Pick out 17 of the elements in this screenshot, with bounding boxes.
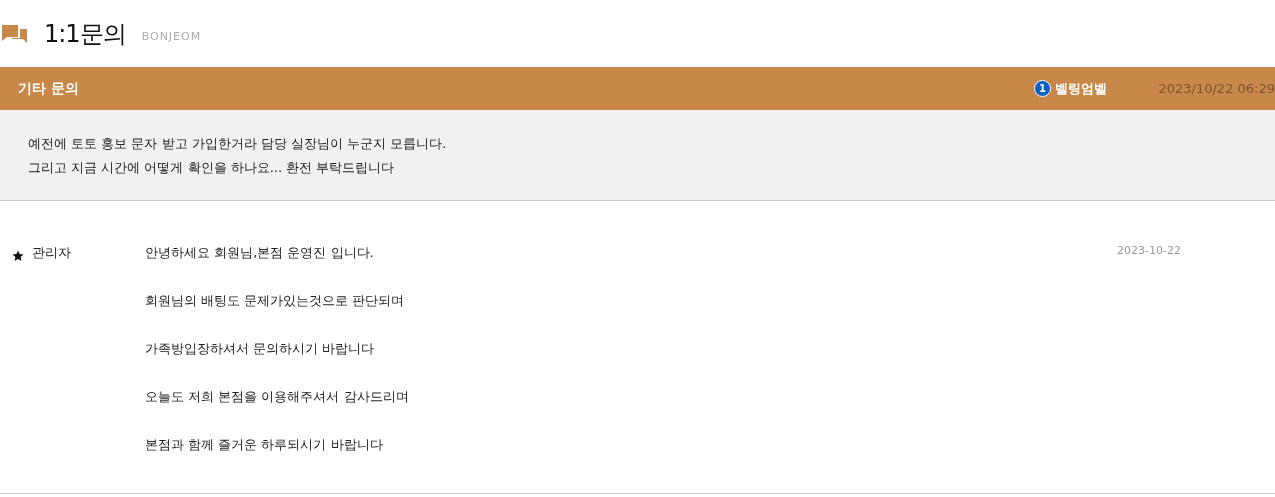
reply-author: 관리자 — [32, 244, 71, 262]
chat-icon — [2, 22, 28, 45]
inquiry-category: 기타 문의 — [18, 79, 79, 98]
inquiry-text: 예전에 토토 홍보 문자 받고 가입한거라 담당 실장님이 누군지 모릅니다. — [28, 135, 448, 153]
reply-date: 2023-10-22 — [1117, 243, 1182, 259]
inquiry-text: 그리고 지금 시간에 어떻게 확인을 하나요... 환전 부탁드립니다 — [28, 159, 396, 177]
user-name: 벨링엄벨 — [1055, 79, 1108, 98]
page-title: 1:1문의 — [44, 18, 126, 50]
reply-text: 안녕하세요 회원님,본점 운영진 입니다. — [145, 244, 375, 262]
page-subtitle: BONJEOM — [141, 29, 202, 46]
star-icon — [12, 249, 24, 262]
reply-text: 오늘도 저희 본점을 이용해주셔서 감사드리며 — [145, 388, 410, 406]
reply-text: 가족방입장하셔서 문의하시기 바랍니다 — [145, 340, 376, 358]
level-badge: 1 — [1034, 80, 1051, 97]
reply-text: 본점과 함께 즐거운 하루되시기 바랍니다 — [145, 436, 384, 454]
reply-text: 회원님의 배팅도 문제가있는것으로 판단되며 — [145, 292, 406, 310]
inquiry-datetime: 2023/10/22 06:29 — [1157, 79, 1275, 98]
